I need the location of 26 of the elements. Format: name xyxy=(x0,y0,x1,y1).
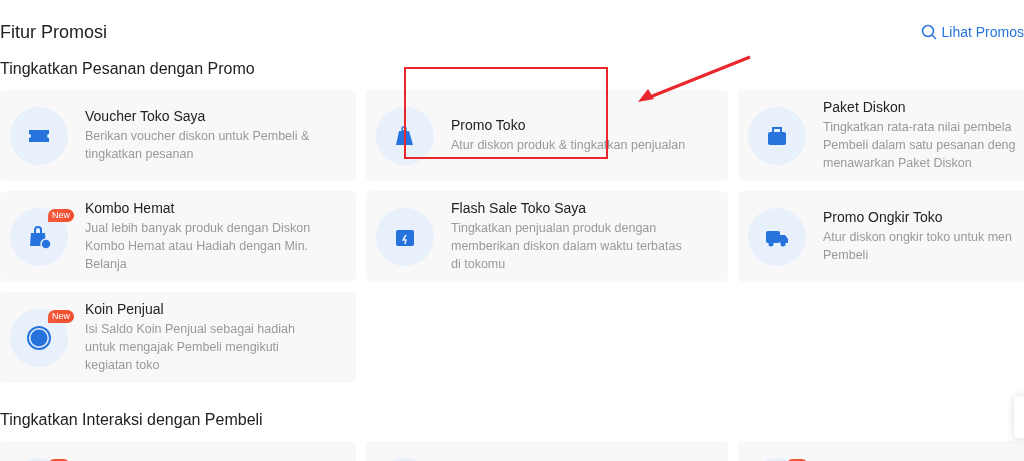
feature-card[interactable]: Promo Ongkir Toko Atur diskon ongkir toko untuk men Pembeli xyxy=(738,191,1024,282)
feature-card[interactable]: New Koin Penjual Isi Saldo Koin Penjual sebagai hadiah untuk mengajak Pembeli mengikuti kegiatan toko xyxy=(0,292,356,383)
card-title: Promo Ongkir Toko xyxy=(823,209,944,225)
feature-card[interactable]: New Kombo Hemat Jual lebih banyak produk dengan Diskon Kombo Hemat atau Hadiah dengan Min. Belanja xyxy=(0,191,356,282)
card-description: Tingkatkan penjualan produk dengan memberikan diskon dalam waktu terbatas di tokomu xyxy=(451,220,682,273)
card-title: Koin Penjual xyxy=(85,301,165,317)
view-promo-link[interactable]: Lihat Promos xyxy=(920,24,1024,40)
card-title: Flash Sale Toko Saya xyxy=(451,200,588,216)
section-title: Tingkatkan Interaksi dengan Pembeli xyxy=(0,410,263,430)
page-title: Fitur Promosi xyxy=(0,21,107,43)
card-title: Paket Diskon xyxy=(823,99,907,115)
feature-card[interactable]: Flash Sale Toko Saya Tingkatkan penjualan produk dengan memberikan diskon dalam waktu terbatas di tokomu xyxy=(366,191,728,282)
card-title: Voucher Toko Saya xyxy=(85,108,207,124)
card-description: Jual lebih banyak produk dengan Diskon Kombo Hemat atau Hadiah dengan Min. Belanja xyxy=(85,220,311,273)
card-description: Atur diskon ongkir toko untuk men Pembeli xyxy=(823,229,1012,264)
new-badge: New xyxy=(48,209,74,222)
card-title: Promo Toko xyxy=(451,117,527,133)
card-description: Tingkatkan rata-rata nilai pembela Pembeli dalam satu pesanan deng menawarkan Paket Diskon xyxy=(823,119,1016,172)
search-icon xyxy=(920,24,937,40)
card-description: Berikan voucher diskon untuk Pembeli & tingkatkan pesanan xyxy=(85,128,310,163)
feature-card[interactable]: Voucher Toko Saya Berikan voucher diskon untuk Pembeli & tingkatkan pesanan xyxy=(0,90,356,181)
card-title: Kombo Hemat xyxy=(85,200,176,216)
section-title: Tingkatkan Pesanan dengan Promo xyxy=(0,59,255,79)
feature-card[interactable]: Paket Diskon Tingkatkan rata-rata nilai pembela Pembeli dalam satu pesanan deng menawarkan Paket Diskon xyxy=(738,90,1024,181)
new-badge: New xyxy=(48,310,74,323)
card-description: Isi Saldo Koin Penjual sebagai hadiah untuk mengajak Pembeli mengikuti kegiatan toko xyxy=(85,321,295,374)
